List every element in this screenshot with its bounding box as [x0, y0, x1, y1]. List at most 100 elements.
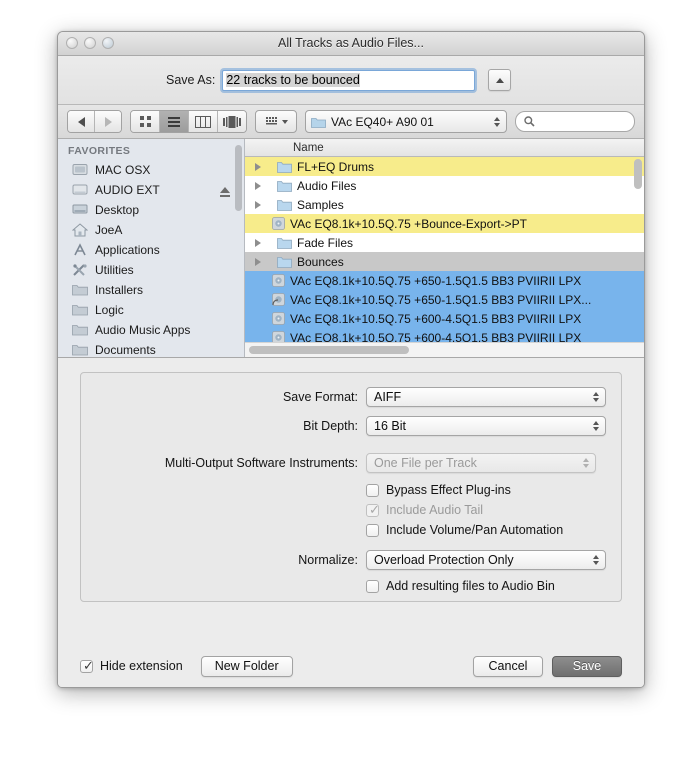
disclosure-triangle-icon[interactable] — [255, 162, 267, 171]
column-header-name: Name — [293, 141, 324, 154]
save-format-select[interactable]: AIFF — [366, 387, 606, 407]
folder-icon — [277, 256, 292, 268]
include-audio-tail-checkbox: ✓ — [366, 501, 380, 517]
save-button[interactable]: Save — [552, 655, 622, 677]
normalize-row: Normalize: Overload Protection Only — [81, 550, 621, 570]
file-name: Fade Files — [297, 235, 354, 250]
arrow-right-icon — [104, 116, 112, 127]
title-bar: All Tracks as Audio Files... — [58, 32, 644, 56]
list-icon — [168, 116, 180, 127]
file-list-row[interactable]: VAc EQ8.1k+10.5Q.75 +Bounce-Export->PT — [245, 214, 644, 233]
save-dialog: All Tracks as Audio Files... Save As: 22… — [57, 31, 645, 688]
file-list-row[interactable]: VAc EQ8.1k+10.5Q.75 +650-1.5Q1.5 BB3 PVI… — [245, 271, 644, 290]
nav-buttons — [67, 110, 122, 133]
file-list-header[interactable]: Name — [245, 139, 644, 157]
file-list-row[interactable]: FL+EQ Drums — [245, 157, 644, 176]
file-list-row[interactable]: Fade Files — [245, 233, 644, 252]
window-title: All Tracks as Audio Files... — [278, 36, 424, 50]
search-input[interactable] — [515, 111, 635, 132]
view-mode-icon[interactable] — [131, 111, 160, 132]
file-list-row[interactable]: Samples — [245, 195, 644, 214]
add-to-audio-bin-checkbox[interactable] — [366, 579, 379, 593]
back-button[interactable] — [68, 111, 95, 132]
file-name: FL+EQ Drums — [297, 159, 375, 174]
view-mode-column[interactable] — [189, 111, 218, 132]
chevron-up-icon — [495, 77, 504, 83]
sidebar-scrollbar[interactable] — [235, 145, 242, 211]
file-list-horizontal-scrollbar[interactable] — [249, 346, 409, 354]
normalize-value: Overload Protection Only — [374, 553, 514, 567]
sidebar-item-label: MAC OSX — [95, 163, 151, 177]
expand-browser-button[interactable] — [488, 69, 512, 91]
sidebar-item-audio-ext[interactable]: AUDIO EXT — [58, 180, 244, 200]
sidebar-item-desktop[interactable]: Desktop — [58, 200, 244, 220]
normalize-label: Normalize: — [298, 553, 358, 567]
folder-icon — [277, 237, 292, 249]
desktop-icon — [72, 203, 88, 217]
checkmark-icon: ✓ — [369, 501, 380, 517]
disclosure-triangle-icon[interactable] — [255, 181, 267, 190]
view-mode-coverflow[interactable] — [218, 111, 246, 132]
sidebar-item-audio-music-apps[interactable]: Audio Music Apps — [58, 320, 244, 340]
arrow-left-icon — [77, 116, 85, 127]
eject-icon[interactable] — [220, 187, 230, 193]
sidebar-item-documents[interactable]: Documents — [58, 340, 244, 357]
checkmark-icon: ✓ — [83, 657, 94, 673]
include-automation-row[interactable]: Include Volume/Pan Automation — [81, 523, 621, 537]
bit-depth-value: 16 Bit — [374, 419, 406, 433]
bypass-effect-checkbox[interactable] — [366, 483, 379, 497]
bypass-effect-label: Bypass Effect Plug-ins — [386, 483, 511, 497]
cancel-button[interactable]: Cancel — [473, 655, 543, 677]
file-list-row[interactable]: Audio Files — [245, 176, 644, 195]
file-list-row[interactable]: Bounces — [245, 252, 644, 271]
sidebar-item-installers[interactable]: Installers — [58, 280, 244, 300]
add-to-bin-row[interactable]: Add resulting files to Audio Bin — [81, 579, 621, 593]
sidebar-item-label: Logic — [95, 303, 124, 317]
include-automation-checkbox[interactable] — [366, 523, 379, 537]
dialog-footer: ✓ Hide extension New Folder Cancel Save — [58, 645, 644, 687]
folder-icon — [72, 343, 88, 357]
save-as-row: Save As: 22 tracks to be bounced — [58, 56, 644, 105]
save-as-input[interactable]: 22 tracks to be bounced — [222, 69, 476, 91]
audio-file-icon — [272, 312, 285, 325]
action-menu-button[interactable] — [255, 110, 297, 133]
bit-depth-label: Bit Depth: — [303, 419, 358, 433]
save-as-label: Save As: — [166, 73, 216, 87]
new-folder-button[interactable]: New Folder — [200, 655, 293, 677]
file-name: VAc EQ8.1k+10.5Q.75 +650-1.5Q1.5 BB3 PVI… — [290, 292, 592, 307]
bit-depth-select[interactable]: 16 Bit — [366, 416, 606, 436]
sidebar-item-label: Installers — [95, 283, 144, 297]
disclosure-triangle-icon[interactable] — [255, 257, 267, 266]
file-name: VAc EQ8.1k+10.5Q.75 +650-1.5Q1.5 BB3 PVI… — [290, 273, 582, 288]
chevron-down-icon — [281, 119, 288, 124]
hide-extension-checkbox[interactable]: ✓ — [80, 657, 94, 673]
sidebar-item-mac-osx[interactable]: MAC OSX — [58, 160, 244, 180]
updown-arrows-icon — [593, 555, 599, 565]
sidebar-item-label: Applications — [95, 243, 160, 257]
search-icon — [524, 116, 535, 127]
disclosure-triangle-icon[interactable] — [255, 200, 267, 209]
view-mode-list[interactable] — [160, 111, 189, 132]
file-list-row[interactable]: VAc EQ8.1k+10.5Q.75 +600-4.5Q1.5 BB3 PVI… — [245, 309, 644, 328]
disclosure-triangle-icon[interactable] — [255, 238, 267, 247]
sidebar-item-applications[interactable]: Applications — [58, 240, 244, 260]
file-list-row[interactable]: VAc EQ8.1k+10.5Q.75 +650-1.5Q1.5 BB3 PVI… — [245, 290, 644, 309]
folder-icon — [277, 199, 292, 211]
multi-output-select: One File per Track — [366, 453, 596, 473]
file-name: Samples — [297, 197, 344, 212]
column-icon — [195, 115, 211, 128]
include-automation-label: Include Volume/Pan Automation — [386, 523, 564, 537]
hide-extension-label: Hide extension — [100, 659, 183, 673]
sidebar-item-label: Desktop — [95, 203, 140, 217]
path-popup-button[interactable]: VAc EQ40+ A90 01 — [305, 110, 507, 133]
forward-button[interactable] — [95, 111, 121, 132]
sidebar-item-joea[interactable]: JoeA — [58, 220, 244, 240]
bypass-effect-row[interactable]: Bypass Effect Plug-ins — [81, 483, 621, 497]
action-grid-icon — [265, 117, 277, 125]
sidebar-item-utilities[interactable]: Utilities — [58, 260, 244, 280]
normalize-select[interactable]: Overload Protection Only — [366, 550, 606, 570]
utilities-icon — [72, 263, 88, 277]
sidebar-item-logic[interactable]: Logic — [58, 300, 244, 320]
file-list-vertical-scrollbar[interactable] — [634, 159, 642, 189]
audio-file-icon — [272, 274, 285, 287]
